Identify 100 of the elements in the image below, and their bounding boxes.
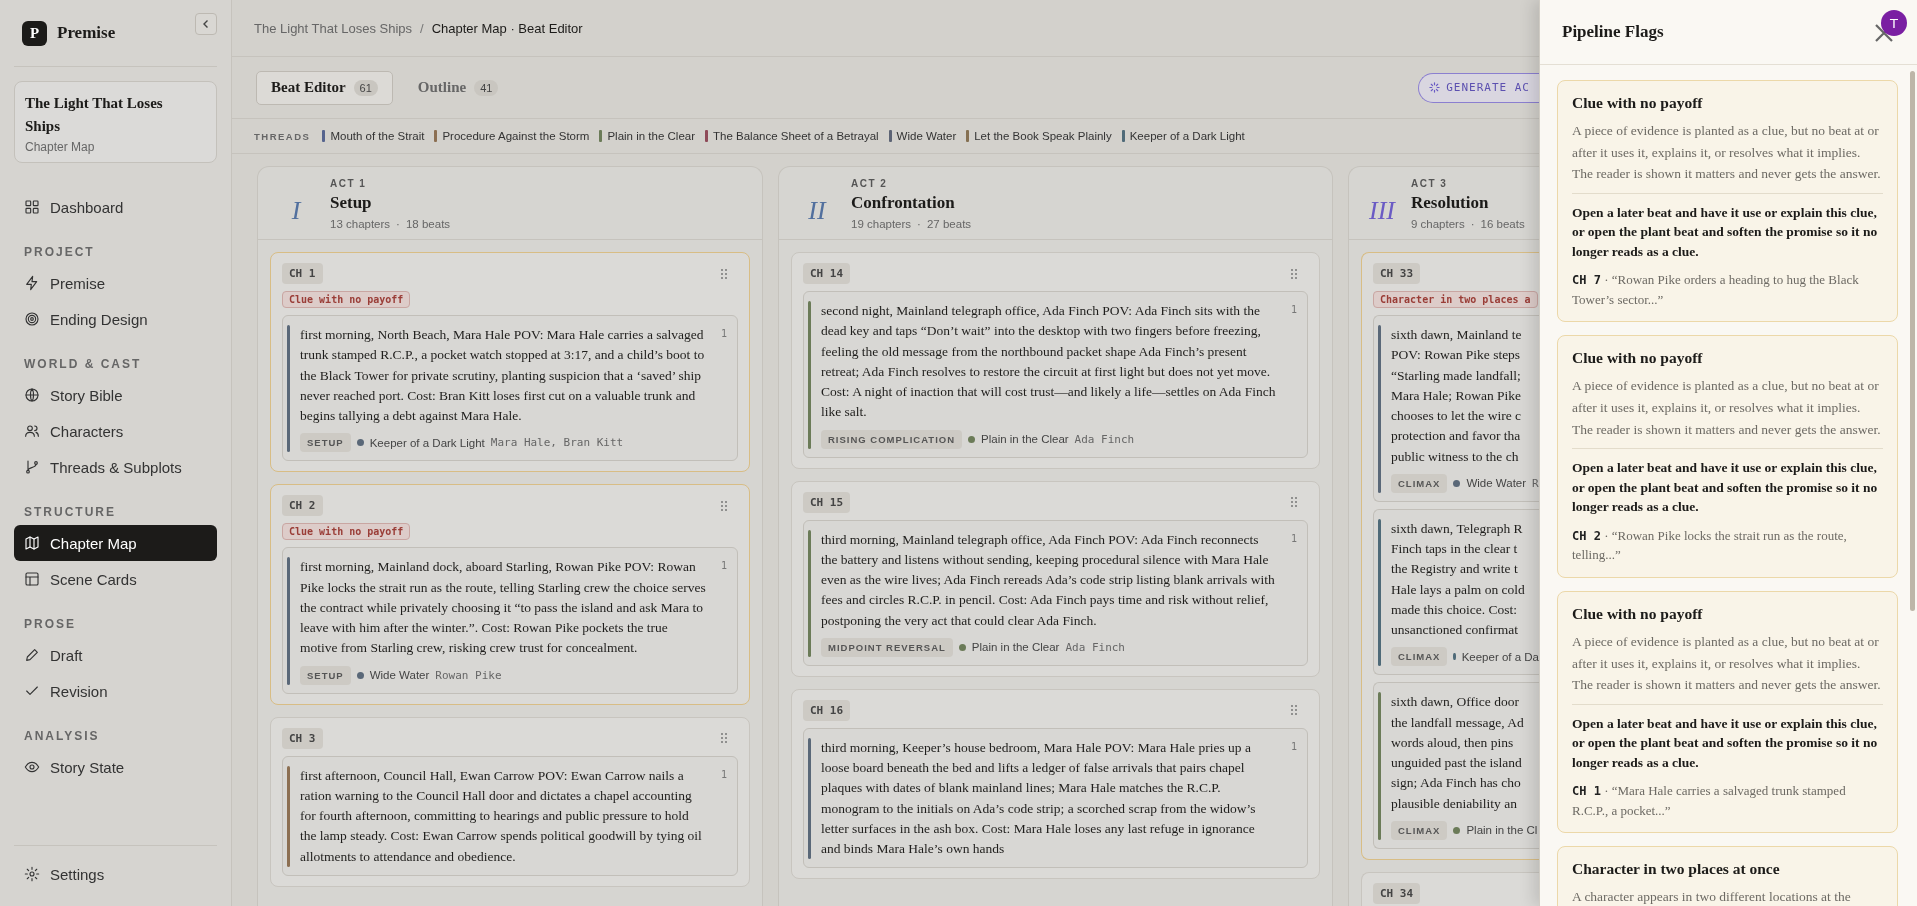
flag-badge[interactable]: Clue with no payoff	[282, 523, 411, 541]
thread-name: Keeper of a Dark Light	[369, 436, 485, 449]
act-stat: 13 chapters	[330, 218, 391, 230]
flag-description: A piece of evidence is planted as a clue, but no beat at or after it uses it, explains it, or resolves what it implies. The reader is shown it matters and never gets the answer.	[1572, 375, 1883, 450]
beat-number: 1	[1290, 303, 1297, 317]
drag-handle-icon[interactable]	[1290, 496, 1298, 508]
beat-card[interactable]	[282, 755, 738, 876]
chapter-card[interactable]	[270, 252, 750, 473]
thread-legend-item[interactable]: Mouth of the Strait	[322, 130, 425, 142]
spinner-icon	[1429, 82, 1441, 93]
nav-item[interactable]: Story State	[14, 749, 217, 785]
beat-text: sixth dawn, Office door the landfall message, Ad words aloud, then pins unguided past the island sign; Ada Finch has cho plausible deniability an	[1391, 693, 1525, 813]
nav-item[interactable]: Scene Cards	[14, 561, 217, 597]
flag-title: Clue with no payoff	[1572, 94, 1704, 112]
thread-dot	[1453, 653, 1456, 661]
beat-number: 1	[720, 559, 727, 574]
thread-legend-item[interactable]: Plain in the Clear	[599, 130, 695, 142]
thread-dot	[968, 435, 976, 443]
beat-reference[interactable]: CH 1 · “Mara Hale carries a salvaged trunk stamped R.C.P., a pocket...”	[1572, 781, 1883, 821]
beat-text: third morning, Keeper’s house bedroom, Mara Hale POV: Mara Hale pries up a loose board beneath the bed and lifts a ledger of false arrivals that pairs chapel plaques with dates of blank mainland lines; Mara Hale matches the R.C.P. monogram to the initials on Ada’s code strip; a scorched scrap from the widow’s letter surfaces in the ash box. Cost: Mara Hale loses any last refuge in ignorance and binds Mara Hale’s own hands	[821, 738, 1257, 858]
chapter-card[interactable]	[791, 252, 1320, 469]
drag-handle-icon[interactable]	[720, 267, 728, 280]
nav-item[interactable]: Dashboard	[14, 189, 217, 225]
beat-card[interactable]	[803, 519, 1308, 666]
beat-reference[interactable]: CH 2 · “Rowan Pike locks the strait run as the route, telling...”	[1572, 525, 1883, 565]
drag-handle-icon[interactable]	[1290, 704, 1298, 717]
app-name: Premise	[57, 23, 116, 43]
beat-reference[interactable]: CH 7 · “Rowan Pike orders a heading to hug the Black Tower’s sector...”	[1572, 270, 1883, 310]
chapter-card[interactable]	[270, 716, 750, 887]
beat-number: 1	[720, 767, 727, 782]
flag-title: Clue with no payoff	[1572, 604, 1704, 623]
thread-name: Wide Water	[369, 669, 430, 681]
chapter-card[interactable]	[791, 688, 1320, 880]
beat-card[interactable]: sixth dawn, Office door the landfall message, Ad words aloud, then pins unguided past the island sign; Ada Finch has cho plausible deniability an CLIMAX Plain in the Cl	[1373, 682, 1539, 849]
generate-button[interactable]: GENERATE AC	[1418, 72, 1540, 103]
flag-badge[interactable]: Character in two places a	[1373, 291, 1538, 308]
flag-description: A piece of evidence is planted as a clue, but no beat at or after it uses it, explains it, or resolves what it implies. The reader is shown it matters and never gets the answer.	[1572, 630, 1883, 705]
beat-card[interactable]	[803, 727, 1308, 869]
user-avatar[interactable]: T	[1881, 10, 1907, 36]
beat-card[interactable]	[282, 547, 738, 694]
thread-legend-item[interactable]: The Balance Sheet of a Betrayal	[705, 130, 879, 142]
thread-dot	[356, 671, 364, 679]
nav-section-heading: PROJECT	[24, 245, 96, 259]
beat-type-tag: RISING COMPLICATION	[821, 429, 963, 449]
nav-item[interactable]: Ending Design	[14, 301, 217, 337]
chapter-number: CH 2	[282, 495, 323, 517]
thread-legend-item[interactable]: Keeper of a Dark Light	[1121, 130, 1245, 142]
flag-badge[interactable]: Clue with no payoff	[282, 291, 411, 308]
beat-card[interactable]	[282, 315, 738, 462]
map-icon	[24, 535, 40, 551]
app-logo: P	[22, 20, 47, 46]
beat-card[interactable]: sixth dawn, Mainland te POV: Rowan Pike steps “Starling made landfall; Mara Hale; Rowan Pike chooses to let the wire c protection and favor tha public witness to the ch CLIMAX Wide Water R	[1373, 315, 1539, 502]
thread-legend-item[interactable]: Let the Book Speak Plainly	[966, 130, 1112, 142]
beat-type-tag: SETUP	[300, 433, 351, 453]
chapter-number: CH 33	[1373, 263, 1421, 284]
beat-number: 1	[1290, 531, 1297, 546]
settings-link[interactable]: Settings	[14, 856, 217, 892]
chapter-card[interactable]	[270, 484, 750, 705]
view-tab[interactable]: Outline 41	[402, 70, 514, 105]
act-stat: 16 beats	[1480, 218, 1525, 230]
view-tab[interactable]: Beat Editor 61	[256, 70, 393, 105]
count-badge: 41	[474, 79, 499, 96]
stats-separator: ·	[917, 218, 921, 230]
act-label: ACT 3	[1411, 178, 1449, 189]
beat-card[interactable]	[803, 291, 1308, 458]
beat-text: first morning, North Beach, Mara Hale POV: Mara Hale carries a salvaged trunk stamped R.C.P., a pocket watch stopped at 3:17, and a child’s boot to the Black Tower for private scrutiny, planting suspicion that a ‘saved’ ship never reached port. Cost: Bran Kitt loses first cut on a valuable trunk and begins tallying a debt against Mara Hale.	[300, 326, 706, 425]
nav-item[interactable]: Chapter Map	[14, 525, 217, 561]
beat-number: 1	[720, 327, 727, 341]
nav-item[interactable]: Story Bible	[14, 377, 217, 413]
chapter-number: CH 34	[1373, 882, 1421, 904]
chapter-card[interactable]	[1361, 252, 1539, 860]
project-title: The Light That Loses Ships	[25, 94, 164, 136]
flag-fix: Open a later beat and have it use or explain this clue, or open the plant beat and soften the promise so it no longer reads as a clue.	[1572, 203, 1879, 261]
project-card[interactable]: The Light That Loses Ships Chapter Map	[14, 81, 217, 163]
nav-item[interactable]: Draft	[14, 637, 217, 673]
count-badge: 61	[353, 79, 378, 96]
chapter-card[interactable]: CH 34	[1361, 871, 1539, 906]
thread-dot	[356, 439, 364, 447]
drag-handle-icon[interactable]	[1290, 267, 1298, 280]
nav-section-heading: WORLD & CAST	[24, 357, 143, 371]
character-names: Rowan Pike	[435, 668, 502, 682]
beat-card[interactable]: sixth dawn, Telegraph R Finch taps in the clear t the Registry and write t Hale lays a palm on cold made this choice. Cost: unsanctioned confirmat CLIMAX Keeper of a Da	[1373, 508, 1539, 676]
beat-type-tag: SETUP	[300, 665, 351, 685]
nav-item[interactable]: Characters	[14, 413, 217, 449]
breadcrumb-link[interactable]: The Light That Loses Ships	[254, 20, 413, 36]
nav-item[interactable]: Premise	[14, 265, 217, 301]
drag-handle-icon[interactable]	[720, 732, 728, 744]
nav-item[interactable]: Threads & Subplots	[14, 449, 217, 485]
drag-handle-icon[interactable]	[720, 499, 728, 512]
chapter-number: CH 16	[803, 699, 851, 721]
beat-type-tag: CLIMAX	[1391, 473, 1448, 493]
beat-text: third morning, Mainland telegraph office, Ada Finch POV: Ada Finch reconnects the battery and listens without sending, keeping procedural silence with Mara Hale even as the wire lives; Ada Finch rereads Ada’s code strip listing blank arrivals with fees and circles R.C.P. in pencil. Cost: Ada Finch pays time and risk without relief, postponing the very act that could clear Ada Finch.	[821, 530, 1276, 630]
nav-item[interactable]: Revision	[14, 673, 217, 709]
act-stat: 27 beats	[926, 218, 972, 230]
chapter-card[interactable]	[791, 480, 1320, 677]
scrollbar[interactable]	[1910, 71, 1915, 611]
thread-legend-item[interactable]: Procedure Against the Storm	[434, 130, 590, 142]
lightning-icon	[24, 275, 40, 291]
users-icon	[24, 423, 40, 439]
thread-legend-item[interactable]: Wide Water	[888, 130, 957, 142]
